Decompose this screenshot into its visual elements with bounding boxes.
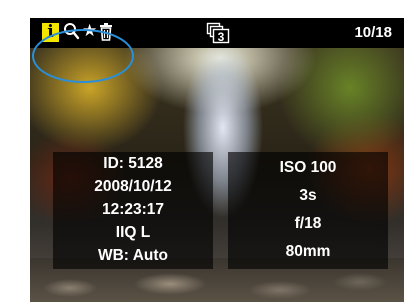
focal-length: 80mm [285, 243, 331, 260]
highlight-circle [32, 29, 134, 83]
stack-count: 3 [218, 30, 225, 44]
capture-time: 12:23:17 [101, 201, 165, 218]
image-quality: IIQ L [115, 224, 151, 241]
info-panel-left: ID: 5128 2008/10/12 12:23:17 IIQ L WB: A… [53, 152, 213, 269]
aperture: f/18 [294, 215, 322, 232]
image-stack-icon[interactable]: 3 [206, 22, 230, 49]
image-counter: 10/18 [354, 24, 392, 41]
image-id: ID: 5128 [103, 155, 163, 172]
capture-date: 2008/10/12 [94, 178, 172, 195]
white-balance: WB: Auto [97, 247, 168, 264]
iso-value: ISO 100 [279, 159, 337, 176]
info-panel-right: ISO 100 3s f/18 80mm [228, 152, 388, 269]
shutter-speed: 3s [299, 187, 317, 204]
